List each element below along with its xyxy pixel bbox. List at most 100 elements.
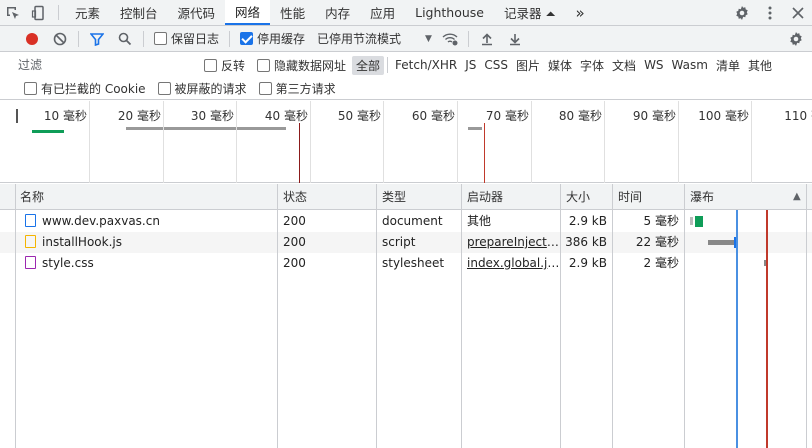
column-header-name[interactable]: 名称 xyxy=(15,184,277,210)
third-party-box[interactable] xyxy=(258,82,272,95)
stylesheet-icon xyxy=(25,256,36,269)
blocked-requests-checkbox[interactable]: 被屏蔽的请求 xyxy=(152,80,253,97)
table-row[interactable]: installHook.js 200 script prepareInjectio..… xyxy=(0,232,812,253)
blocked-requests-box[interactable] xyxy=(157,82,171,95)
toolbar-divider xyxy=(78,30,79,47)
overview-gridline xyxy=(89,101,90,183)
overview-start-marker xyxy=(16,109,18,123)
disable-cache-checkbox[interactable]: 停用缓存 xyxy=(234,30,311,47)
request-name-cell[interactable]: www.dev.paxvas.cn xyxy=(20,211,275,232)
overview-tick-label: 20 毫秒 xyxy=(117,109,161,123)
tab-7[interactable]: Lighthouse xyxy=(405,0,494,25)
request-status-cell: 200 xyxy=(283,235,306,249)
third-party-label: 第三方请求 xyxy=(275,82,336,96)
column-header-initiator[interactable]: 启动器 xyxy=(462,184,560,210)
type-filter-8[interactable]: WS xyxy=(640,57,667,73)
tab-8[interactable]: 记录器 ⏶ xyxy=(494,0,565,25)
preserve-log-checkbox[interactable]: 保留日志 xyxy=(148,30,225,47)
overview-gridline xyxy=(531,101,532,183)
request-name-cell[interactable]: style.css xyxy=(20,253,275,274)
request-initiator-cell[interactable]: prepareInjectio... xyxy=(462,232,560,253)
overview-tick-label: 100 毫秒 xyxy=(698,109,749,123)
column-header-type[interactable]: 类型 xyxy=(377,184,461,210)
preserve-log-label: 保留日志 xyxy=(171,32,220,46)
inspect-element-icon[interactable] xyxy=(0,0,26,25)
column-divider xyxy=(806,184,807,448)
column-divider xyxy=(277,184,278,448)
invert-checkbox[interactable]: 反转 xyxy=(198,57,251,74)
tab-3[interactable]: 网络 xyxy=(225,0,271,25)
request-size-cell: 386 kB xyxy=(565,235,607,249)
more-tabs-chevron-icon[interactable]: » xyxy=(565,0,594,25)
request-name-cell[interactable]: installHook.js xyxy=(20,232,275,253)
tab-4[interactable]: 性能 xyxy=(270,0,315,25)
overview-tick-label: 50 毫秒 xyxy=(337,109,381,123)
device-toolbar-icon[interactable] xyxy=(26,0,52,25)
clear-button[interactable] xyxy=(46,28,74,50)
tab-0[interactable]: 元素 xyxy=(65,0,110,25)
column-divider xyxy=(15,184,16,448)
search-icon[interactable] xyxy=(111,28,139,50)
record-button[interactable] xyxy=(18,28,46,50)
type-filter-10[interactable]: 清单 xyxy=(712,56,744,75)
document-icon xyxy=(25,214,36,227)
type-filter-7[interactable]: 文档 xyxy=(608,56,640,75)
filter-input[interactable] xyxy=(18,54,198,76)
blocked-cookies-checkbox[interactable]: 有已拦截的 Cookie xyxy=(18,80,152,97)
request-size-cell: 2.9 kB xyxy=(568,214,607,228)
type-filter-4[interactable]: 图片 xyxy=(512,56,544,75)
type-filter-6[interactable]: 字体 xyxy=(576,56,608,75)
waterfall-bar xyxy=(690,217,693,225)
overview-load-line xyxy=(299,123,300,183)
column-header-status[interactable]: 状态 xyxy=(278,184,376,210)
close-devtools-icon[interactable] xyxy=(784,0,812,26)
overview-gridline xyxy=(163,101,164,183)
table-row[interactable]: style.css 200 stylesheet index.global.js:1 2… xyxy=(0,253,812,274)
request-initiator-cell: 其他 xyxy=(467,214,492,228)
invert-label: 反转 xyxy=(221,58,246,73)
tab-5[interactable]: 内存 xyxy=(315,0,360,25)
disable-cache-label: 停用缓存 xyxy=(257,32,306,46)
blocked-cookies-box[interactable] xyxy=(24,82,37,95)
type-filter-3[interactable]: CSS xyxy=(480,57,512,73)
type-filter-9[interactable]: Wasm xyxy=(668,57,712,73)
hide-data-urls-box[interactable] xyxy=(257,58,271,72)
overview-gridline xyxy=(678,101,679,183)
table-row[interactable]: www.dev.paxvas.cn 200 document 其他 2.9 kB 5 毫秒 xyxy=(0,211,812,232)
column-header-size[interactable]: 大小 xyxy=(561,184,613,210)
settings-gear-icon[interactable] xyxy=(728,0,756,26)
tab-divider xyxy=(58,5,59,20)
hide-data-urls-checkbox[interactable]: 隐藏数据网址 xyxy=(251,57,352,74)
toolbar-divider xyxy=(467,30,469,47)
import-har-icon[interactable] xyxy=(473,28,501,50)
network-settings-icon[interactable] xyxy=(780,26,812,52)
column-divider xyxy=(560,184,561,448)
network-conditions-icon[interactable] xyxy=(436,28,464,50)
filter-icon[interactable] xyxy=(83,28,111,50)
column-header-waterfall[interactable]: 瀑布 xyxy=(685,184,785,210)
export-har-icon[interactable] xyxy=(501,28,529,50)
type-filter-0[interactable]: 全部 xyxy=(352,55,385,75)
disable-cache-box[interactable] xyxy=(240,32,254,45)
overview-gridline xyxy=(383,101,384,183)
invert-box[interactable] xyxy=(204,58,217,72)
type-filter-1[interactable]: Fetch/XHR xyxy=(391,57,461,73)
request-name: style.css xyxy=(42,256,94,270)
type-filter-2[interactable]: JS xyxy=(461,57,480,73)
tab-6[interactable]: 应用 xyxy=(360,0,405,25)
column-header-time[interactable]: 时间 xyxy=(613,184,684,210)
type-filter-11[interactable]: 其他 xyxy=(744,56,776,75)
network-overview[interactable]: 10 毫秒 20 毫秒 30 毫秒 40 毫秒 50 毫秒 60 毫秒 70 毫秒 80 毫秒… xyxy=(0,101,812,183)
more-options-icon[interactable] xyxy=(756,0,784,26)
third-party-checkbox[interactable]: 第三方请求 xyxy=(253,80,342,97)
request-initiator-cell[interactable]: index.global.js:1 xyxy=(462,253,560,274)
tab-2[interactable]: 源代码 xyxy=(168,0,226,25)
column-divider xyxy=(612,184,613,448)
request-name: installHook.js xyxy=(42,235,122,249)
column-divider xyxy=(684,184,685,448)
request-status-cell: 200 xyxy=(283,256,306,270)
throttling-select[interactable]: 已停用节流模式 ▼ xyxy=(311,30,436,47)
preserve-log-box[interactable] xyxy=(154,32,167,45)
tab-1[interactable]: 控制台 xyxy=(110,0,168,25)
type-filter-5[interactable]: 媒体 xyxy=(544,56,576,75)
